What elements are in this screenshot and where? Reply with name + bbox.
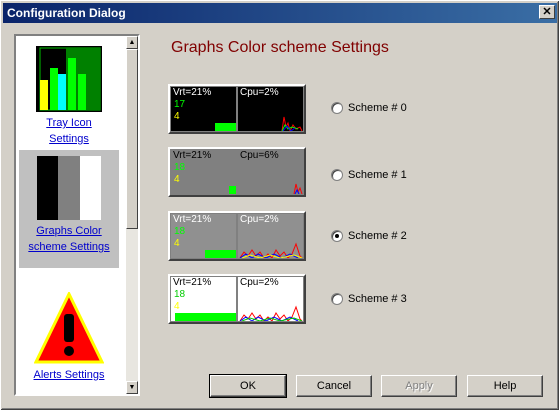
scheme-0-radio[interactable]: Scheme # 0 (331, 101, 407, 115)
cpu-graph-pane: Cpu=6% (237, 149, 304, 195)
vrt-bar (215, 123, 236, 131)
cpu-spikes (239, 305, 303, 321)
cpu-spikes (293, 183, 303, 194)
sidebar-item-graphs-color[interactable]: Graphs Color scheme Settings (19, 150, 119, 268)
scroll-down-button[interactable]: ▼ (126, 381, 138, 394)
help-button[interactable]: Help (467, 375, 543, 397)
title-bar[interactable]: Configuration Dialog ✕ (3, 3, 557, 23)
scheme-3-label: Scheme # 3 (348, 293, 407, 305)
vrt-bar (229, 186, 236, 194)
color-scheme-icon (37, 156, 101, 220)
scheme-3-preview[interactable]: Vrt=21% 18 4 Cpu=2% (168, 274, 306, 324)
apply-button[interactable]: Apply (381, 375, 457, 397)
sidebar-scrollbar[interactable]: ▲ ▼ (126, 36, 138, 394)
tray-icon-settings-icon (36, 46, 102, 112)
graphs-color-settings-link[interactable]: Graphs Color scheme Settings (19, 223, 119, 255)
scheme-1-preview[interactable]: Vrt=21% 18 4 Cpu=6% (168, 147, 306, 197)
vrt-graph-pane: Vrt=21% 17 4 (170, 86, 237, 132)
sidebar-item-alerts[interactable]: Alerts Settings (19, 290, 119, 392)
alert-warning-icon (33, 290, 105, 364)
vrt-graph-pane: Vrt=21% 18 4 (170, 276, 237, 322)
close-icon: ✕ (542, 6, 552, 18)
scheme-1-radio[interactable]: Scheme # 1 (331, 168, 407, 182)
radio-button[interactable] (331, 102, 343, 114)
scheme-2-radio[interactable]: Scheme # 2 (331, 229, 407, 243)
vrt-bar (175, 313, 236, 321)
cpu-spikes (281, 116, 303, 131)
arrow-down-icon: ▼ (128, 384, 136, 391)
vrt-bar (205, 250, 236, 258)
tray-icon-settings-link[interactable]: Tray Icon Settings (19, 115, 119, 147)
scheme-2-label: Scheme # 2 (348, 230, 407, 242)
radio-button-checked[interactable] (331, 230, 343, 242)
scheme-1-label: Scheme # 1 (348, 169, 407, 181)
scheme-2-preview[interactable]: Vrt=21% 18 4 Cpu=2% (168, 211, 306, 261)
cpu-graph-pane: Cpu=2% (237, 213, 304, 259)
configuration-dialog-window: Configuration Dialog ✕ Tray Icon Setting… (0, 0, 560, 411)
scroll-thumb[interactable] (126, 49, 138, 229)
scroll-up-button[interactable]: ▲ (126, 36, 138, 49)
scheme-0-preview[interactable]: Vrt=21% 17 4 Cpu=2% (168, 84, 306, 134)
arrow-up-icon: ▲ (128, 39, 136, 46)
scheme-0-label: Scheme # 0 (348, 102, 407, 114)
cpu-graph-pane: Cpu=2% (237, 86, 304, 132)
scheme-3-radio[interactable]: Scheme # 3 (331, 292, 407, 306)
settings-sidebar[interactable]: Tray Icon Settings Graphs Color scheme S… (14, 34, 140, 396)
ok-button[interactable]: OK (209, 374, 287, 398)
cpu-graph-pane: Cpu=2% (237, 276, 304, 322)
window-title: Configuration Dialog (7, 6, 126, 20)
cancel-button[interactable]: Cancel (296, 375, 372, 397)
radio-button[interactable] (331, 293, 343, 305)
radio-button[interactable] (331, 169, 343, 181)
alerts-settings-link[interactable]: Alerts Settings (19, 367, 119, 383)
close-button[interactable]: ✕ (539, 5, 555, 19)
vrt-graph-pane: Vrt=21% 18 4 (170, 149, 237, 195)
cpu-spikes (239, 242, 303, 258)
sidebar-item-tray-icon[interactable]: Tray Icon Settings (19, 38, 119, 146)
vrt-graph-pane: Vrt=21% 18 4 (170, 213, 237, 259)
page-title: Graphs Color scheme Settings (171, 39, 389, 56)
